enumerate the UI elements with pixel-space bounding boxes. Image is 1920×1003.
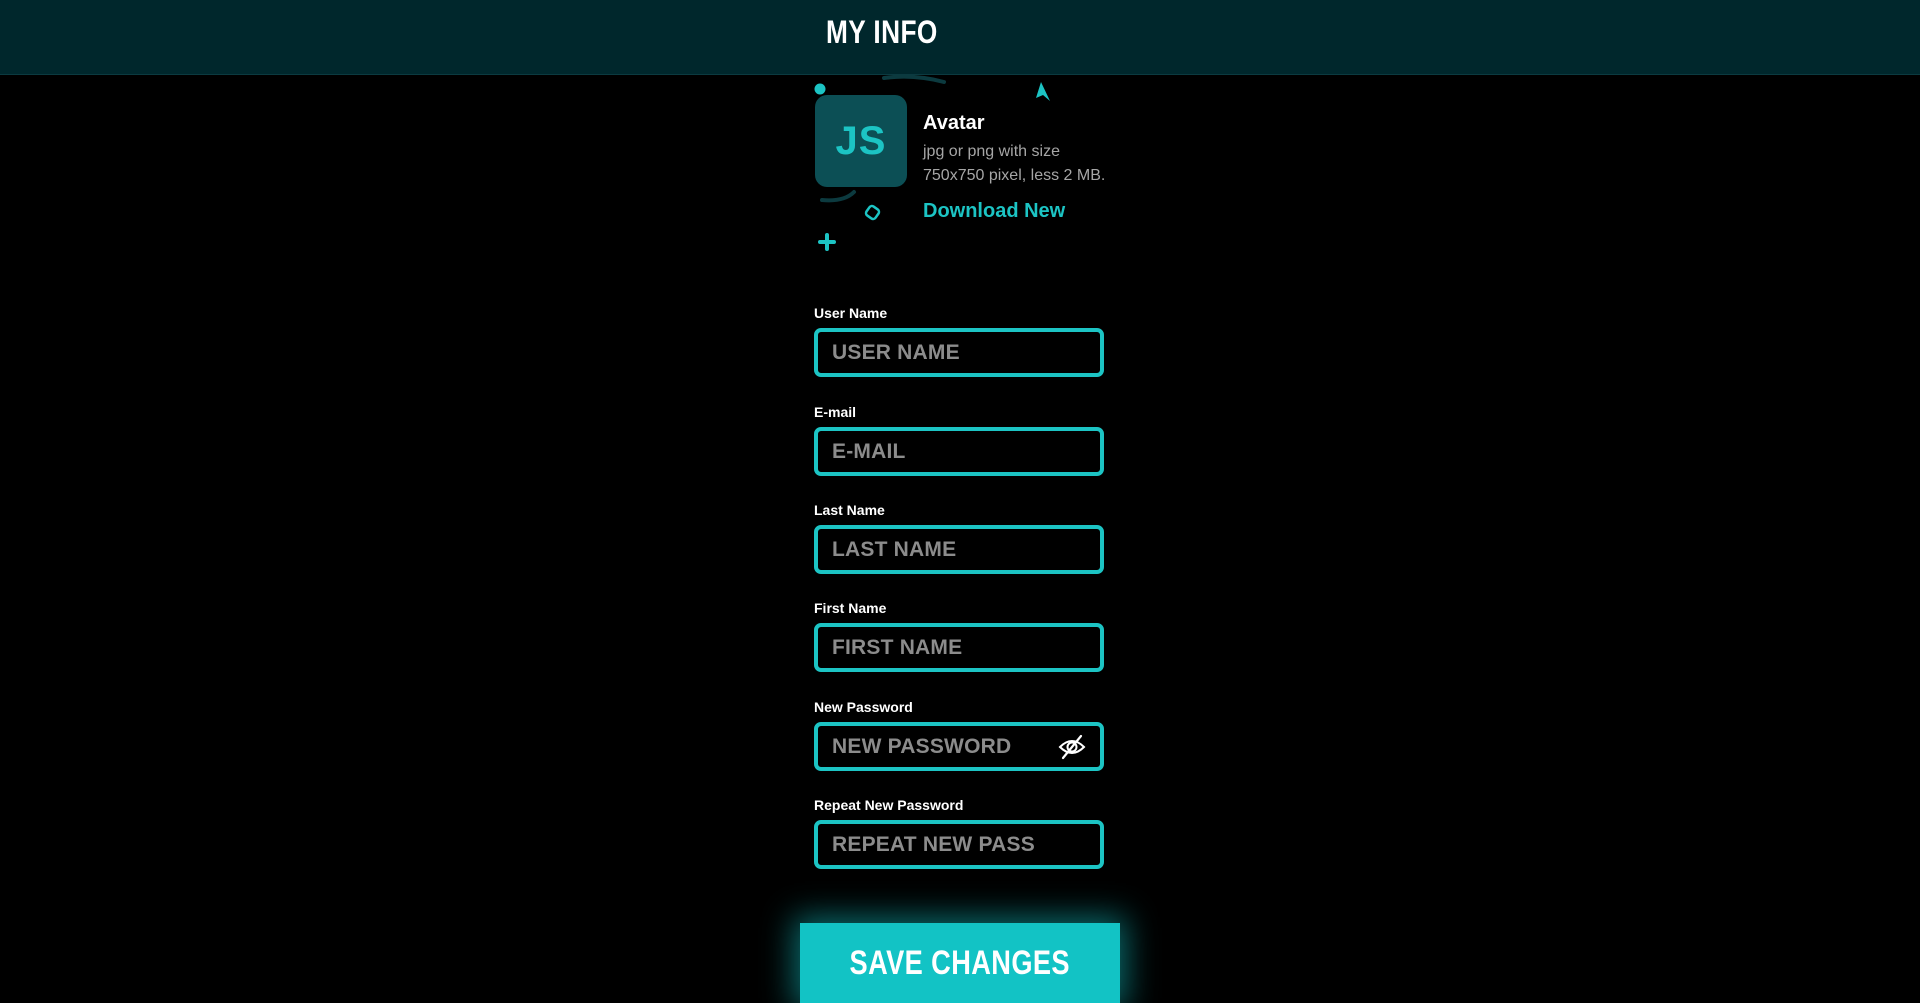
avatar: JS xyxy=(815,95,907,187)
last-name-label: Last Name xyxy=(814,502,885,518)
user-name-input-frame xyxy=(814,328,1104,377)
first-name-field-group: First Name xyxy=(814,599,1104,672)
avatar-section: JS Avatar jpg or png with size 750x750 p… xyxy=(814,74,1114,264)
new-password-label: New Password xyxy=(814,699,913,715)
first-name-input-frame xyxy=(814,623,1104,672)
download-new-link[interactable]: Download New xyxy=(923,200,1065,223)
first-name-label: First Name xyxy=(814,600,887,616)
save-changes-label: SAVE CHANGES xyxy=(849,943,1071,982)
email-field-group: E-mail xyxy=(814,403,1104,476)
save-changes-button[interactable]: SAVE CHANGES xyxy=(800,923,1120,1003)
last-name-input[interactable] xyxy=(818,529,1100,570)
email-input[interactable] xyxy=(818,431,1100,472)
repeat-password-label: Repeat New Password xyxy=(814,797,964,813)
new-password-field-group: New Password xyxy=(814,698,1104,771)
new-password-input-frame xyxy=(814,722,1104,771)
last-name-input-frame xyxy=(814,525,1104,574)
email-label: E-mail xyxy=(814,404,857,420)
avatar-title: Avatar xyxy=(923,112,985,134)
avatar-initials: JS xyxy=(835,118,887,163)
user-name-input[interactable] xyxy=(818,332,1100,373)
eye-slash-icon[interactable] xyxy=(1058,734,1086,760)
last-name-field-group: Last Name xyxy=(814,501,1104,574)
repeat-password-input[interactable] xyxy=(818,824,1100,865)
page-header: MY INFO xyxy=(0,0,1920,75)
first-name-input[interactable] xyxy=(818,627,1100,668)
repeat-password-field-group: Repeat New Password xyxy=(814,796,1104,869)
repeat-password-input-frame xyxy=(814,820,1104,869)
user-name-label: User Name xyxy=(814,305,888,321)
email-input-frame xyxy=(814,427,1104,476)
page-title: MY INFO xyxy=(826,14,938,50)
user-name-field-group: User Name xyxy=(814,304,1104,377)
avatar-description: jpg or png with size 750x750 pixel, less… xyxy=(923,143,1106,184)
